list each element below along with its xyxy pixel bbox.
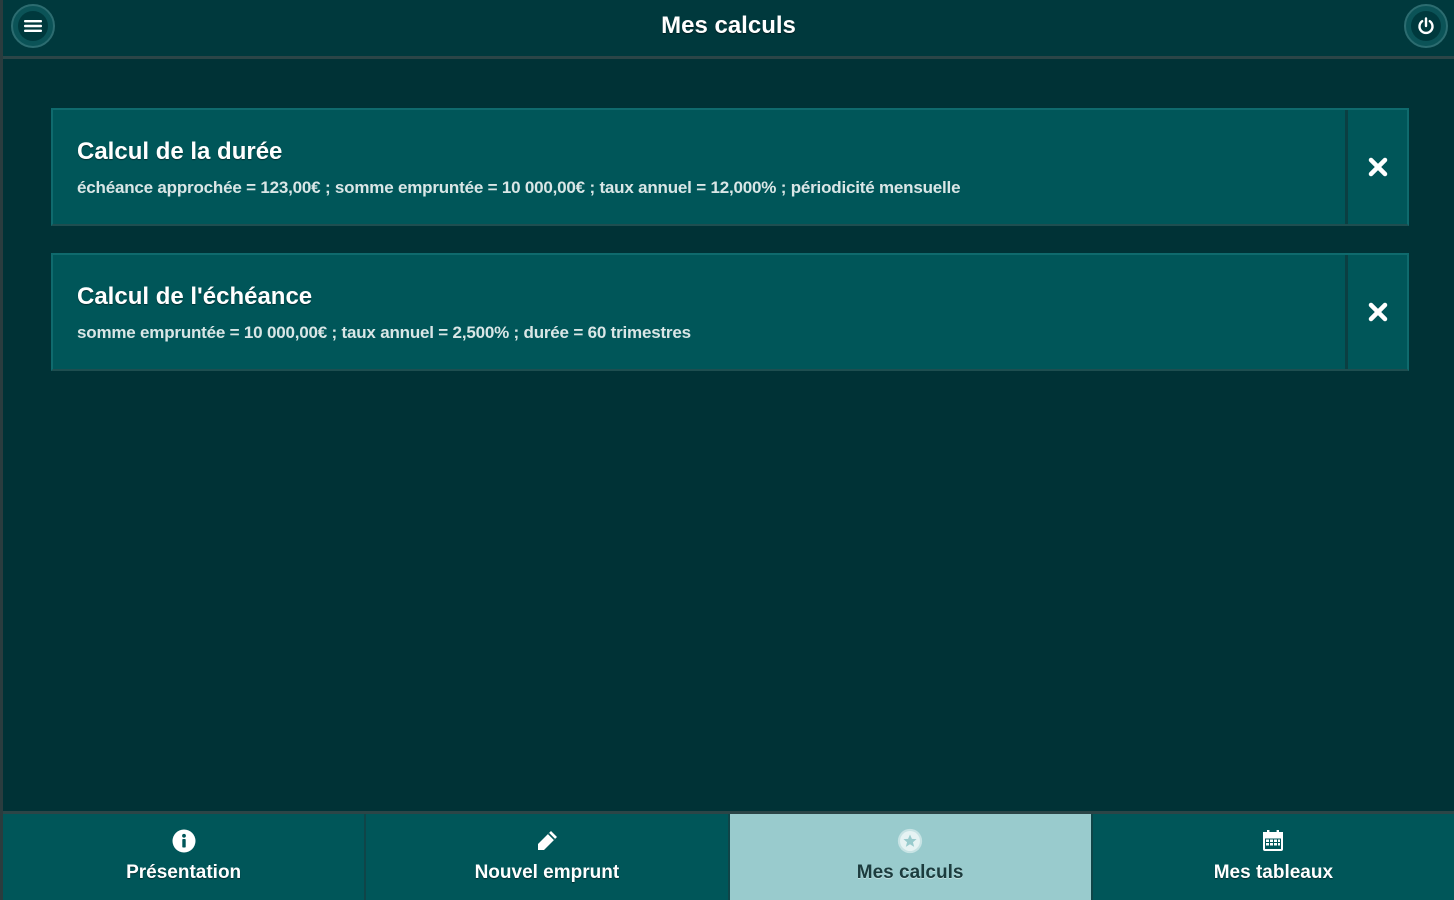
delete-calculation-button[interactable] [1345,255,1407,369]
app-screen: Mes calculs Calcul de la durée échéance … [0,0,1454,900]
tab-label: Présentation [126,862,242,883]
tab-label: Nouvel emprunt [474,862,620,883]
calculation-title: Calcul de la durée [77,138,283,165]
delete-calculation-button[interactable] [1345,110,1407,224]
calculations-list: Calcul de la durée échéance approchée = … [51,108,1409,398]
calculation-open-area[interactable]: Calcul de l'échéance somme empruntée = 1… [53,255,1345,369]
calculation-details: somme empruntée = 10 000,00€ ; taux annu… [77,323,691,342]
header-bar: Mes calculs [3,0,1454,59]
calculation-open-area[interactable]: Calcul de la durée échéance approchée = … [53,110,1345,224]
tab-my-calculations[interactable]: Mes calculs [729,814,1093,900]
page-title: Mes calculs [661,12,796,39]
calculation-title: Calcul de l'échéance [77,283,313,310]
tab-label: Mes tableaux [1213,862,1334,883]
calendar-icon [1260,828,1286,854]
calculation-card: Calcul de l'échéance somme empruntée = 1… [51,253,1409,371]
calculation-card: Calcul de la durée échéance approchée = … [51,108,1409,226]
power-button[interactable] [1404,4,1448,48]
tab-label: Mes calculs [856,862,964,883]
info-icon [171,828,197,854]
tab-my-tables[interactable]: Mes tableaux [1092,814,1454,900]
bottom-navigation: Présentation Nouvel emprunt Mes calculs [3,811,1454,900]
power-icon [1411,11,1441,41]
tab-new-loan[interactable]: Nouvel emprunt [366,814,730,900]
calculation-details: échéance approchée = 123,00€ ; somme emp… [77,178,961,197]
close-icon [1368,302,1387,322]
close-icon [1368,157,1387,177]
pencil-icon [534,828,560,854]
tab-presentation[interactable]: Présentation [3,814,367,900]
star-icon [897,828,923,854]
